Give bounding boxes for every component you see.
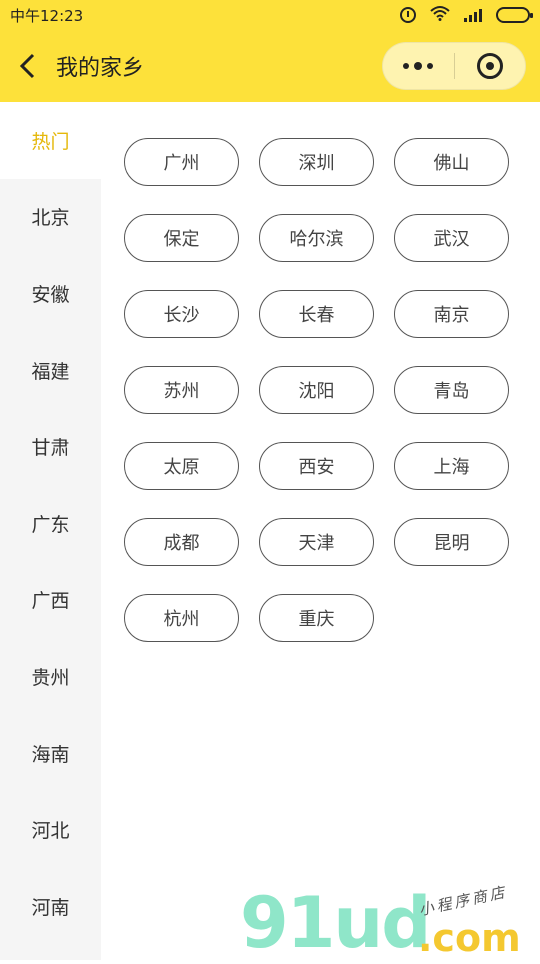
- sidebar-item-label: 热门: [31, 130, 70, 153]
- sidebar-item-gansu[interactable]: 甘肃: [0, 408, 101, 485]
- signal-icon: [464, 8, 482, 22]
- more-dot-icon: [427, 63, 434, 69]
- sidebar-item-fujian[interactable]: 福建: [0, 332, 101, 409]
- city-button[interactable]: 上海: [394, 442, 509, 490]
- city-button[interactable]: 西安: [259, 442, 374, 490]
- city-button[interactable]: 天津: [259, 518, 374, 566]
- sidebar-item-label: 贵州: [31, 666, 70, 689]
- city-button[interactable]: 太原: [124, 442, 239, 490]
- target-icon: [476, 53, 503, 79]
- city-button[interactable]: 沈阳: [259, 366, 374, 414]
- nav-bar: 我的家乡: [0, 30, 540, 102]
- province-sidebar: 热门 北京 安徽 福建 甘肃 广东 广西 贵州 海南 河北 河南: [0, 102, 101, 960]
- sidebar-item-label: 福建: [31, 360, 70, 383]
- status-bar: 中午12:23: [0, 0, 540, 30]
- city-button[interactable]: 长沙: [124, 290, 239, 338]
- sidebar-item-guangxi[interactable]: 广西: [0, 562, 101, 639]
- watermark-text: 91ud: [240, 882, 431, 964]
- sidebar-item-label: 河南: [31, 896, 70, 919]
- watermark-logo: 91ud 小程序商店 .com: [240, 882, 530, 964]
- city-button[interactable]: 南京: [394, 290, 509, 338]
- sidebar-item-label: 安徽: [31, 283, 70, 306]
- sidebar-item-label: 甘肃: [31, 437, 70, 460]
- more-button[interactable]: [383, 42, 454, 90]
- city-button[interactable]: 广州: [124, 138, 239, 186]
- back-button[interactable]: [0, 30, 56, 102]
- alarm-icon: [400, 7, 416, 23]
- city-button[interactable]: 保定: [124, 214, 239, 262]
- city-button[interactable]: 武汉: [394, 214, 509, 262]
- sidebar-item-anhui[interactable]: 安徽: [0, 255, 101, 332]
- status-time: 中午12:23: [10, 6, 84, 25]
- sidebar-item-henan[interactable]: 河南: [0, 868, 101, 945]
- city-button[interactable]: 哈尔滨: [259, 214, 374, 262]
- chevron-left-icon: [19, 53, 35, 79]
- sidebar-item-hebei[interactable]: 河北: [0, 791, 101, 868]
- city-button[interactable]: 深圳: [259, 138, 374, 186]
- sidebar-item-label: 河北: [31, 820, 70, 843]
- city-button[interactable]: 佛山: [394, 138, 509, 186]
- city-button[interactable]: 青岛: [394, 366, 509, 414]
- sidebar-item-label: 北京: [31, 207, 70, 230]
- sidebar-item-hainan[interactable]: 海南: [0, 715, 101, 792]
- sidebar-item-label: 广东: [31, 513, 70, 536]
- capsule-menu: [382, 42, 526, 90]
- battery-icon: [496, 7, 533, 23]
- city-grid: 广州 深圳 佛山 保定 哈尔滨 武汉 长沙 长春 南京 苏州 沈阳 青岛 太原 …: [124, 138, 509, 642]
- sidebar-item-guizhou[interactable]: 贵州: [0, 638, 101, 715]
- more-dot-icon: [414, 62, 423, 70]
- sidebar-item-beijing[interactable]: 北京: [0, 179, 101, 256]
- city-button[interactable]: 杭州: [124, 594, 239, 642]
- city-content: 广州 深圳 佛山 保定 哈尔滨 武汉 长沙 长春 南京 苏州 沈阳 青岛 太原 …: [101, 102, 540, 960]
- watermark-domain: .com: [418, 916, 521, 960]
- sidebar-item-guangdong[interactable]: 广东: [0, 485, 101, 562]
- close-miniprogram-button[interactable]: [455, 42, 526, 90]
- sidebar-item-label: 广西: [31, 590, 70, 613]
- page-title: 我的家乡: [56, 56, 145, 81]
- city-button[interactable]: 成都: [124, 518, 239, 566]
- city-button[interactable]: 昆明: [394, 518, 509, 566]
- wifi-icon: [430, 5, 450, 25]
- more-dot-icon: [403, 63, 410, 69]
- status-icons: [400, 5, 533, 25]
- city-button[interactable]: 长春: [259, 290, 374, 338]
- city-button[interactable]: 重庆: [259, 594, 374, 642]
- sidebar-item-label: 海南: [31, 743, 70, 766]
- city-button[interactable]: 苏州: [124, 366, 239, 414]
- sidebar-item-hot[interactable]: 热门: [0, 102, 101, 179]
